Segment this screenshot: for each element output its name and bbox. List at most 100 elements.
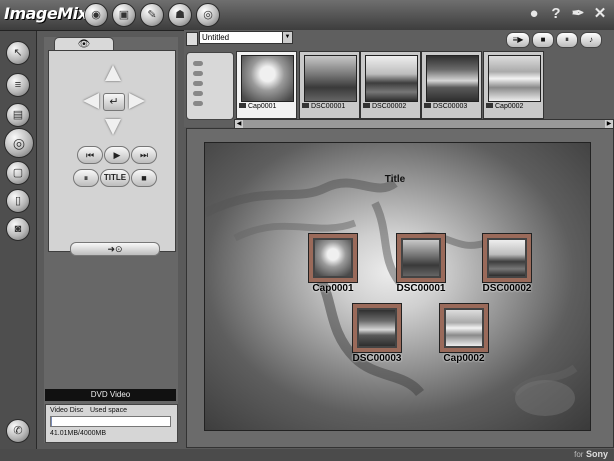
dvd-menu-item[interactable]: DSC00003 [332, 304, 422, 364]
document-tool-icon[interactable]: ▯ [6, 189, 30, 213]
camera-icon [239, 103, 246, 108]
right-arrow-button[interactable] [129, 93, 145, 109]
thumbnail-label-row: Cap0002 [486, 103, 523, 110]
dvd-video-label: DVD Video [45, 389, 176, 401]
camera-icon [486, 103, 493, 108]
down-arrow-button[interactable] [105, 119, 121, 135]
edit-mode-icon[interactable]: ✎ [140, 3, 164, 27]
camera-icon [424, 103, 431, 108]
album-select-value: Untitled [202, 33, 230, 42]
play-button[interactable]: ▶ [104, 146, 130, 164]
disc-burn-tool-icon[interactable]: ◙ [6, 217, 30, 241]
thumbnail-item[interactable]: DSC00003 [421, 51, 482, 119]
dvd-menu-image [315, 240, 351, 276]
transfer-button[interactable]: ≡▶ [506, 32, 530, 48]
used-space-fill [51, 417, 52, 426]
thumbnail-label: DSC00003 [433, 103, 468, 110]
camera-icon [363, 103, 370, 108]
binder-ring [193, 81, 203, 86]
stop-button[interactable]: ■ [131, 169, 157, 187]
book-tool-icon[interactable]: ▤ [6, 103, 30, 127]
assistant-icon[interactable]: ✆ [6, 419, 30, 443]
disc-capacity: 41.01MB/4000MB [50, 430, 107, 437]
album-select[interactable]: Untitled ▼ [199, 31, 293, 44]
thumbnail-strip: Untitled ▼ ≡▶ ■ ⏸ ♪ Cap0001 DSC00001 DSC00002… [184, 30, 614, 129]
preview-tab[interactable]: 👁 [54, 37, 114, 51]
control-panel: 👁 ↵ ⏮ ▶ ⏭ ⏸ TITLE ■ ➜⊙ DVD Video Video D… [44, 37, 178, 443]
user-icon[interactable]: ● [524, 3, 544, 25]
tool-sidebar: ↖ ≡ ▤ ◎ ▢ ▯ ◙ ✆ [0, 31, 37, 449]
brand-name: Sony [585, 449, 608, 459]
thumbnail-label-row: DSC00002 [363, 103, 406, 110]
dvd-menu-label: DSC00003 [352, 353, 402, 364]
music-button[interactable]: ♪ [580, 32, 602, 48]
thumbnail-label: Cap0002 [495, 103, 524, 110]
thumbnail-item[interactable]: Cap0002 [483, 51, 544, 119]
thumbnail-label: Cap0001 [248, 103, 277, 110]
thumbnail-image [488, 55, 541, 102]
binder-ring [193, 91, 203, 96]
dvd-menu-image [489, 240, 525, 276]
left-arrow-button[interactable] [83, 93, 99, 109]
brand-prefix: for [574, 450, 584, 459]
binder-ring [193, 101, 203, 106]
dvd-menu-label: Cap0002 [443, 353, 485, 364]
disc-tool-icon[interactable]: ◎ [4, 128, 34, 158]
album-mode-icon[interactable]: ▣ [112, 3, 136, 27]
thumbnail-item[interactable]: DSC00001 [299, 51, 360, 119]
thumbnail-image [304, 55, 357, 102]
rewind-button[interactable]: ⏮ [77, 146, 103, 164]
binder-ring [193, 61, 203, 66]
select-tool-icon[interactable]: ↖ [6, 41, 30, 65]
remote-control: ↵ ⏮ ▶ ⏭ ⏸ TITLE ■ [48, 50, 176, 252]
up-arrow-button[interactable] [105, 65, 121, 81]
capture-mode-icon[interactable]: ◉ [84, 3, 108, 27]
title-button[interactable]: TITLE [100, 169, 130, 187]
dvd-menu-label: DSC00002 [482, 283, 532, 294]
title-bar: ImageMixer ◉ ▣ ✎ ☗ ◎ ●? ✒ ✕ [0, 0, 614, 31]
menu-title: Title [384, 174, 406, 185]
thumbnail-item[interactable]: Cap0001 [236, 51, 297, 119]
share-mode-icon[interactable]: ☗ [168, 3, 192, 27]
write-disc-button[interactable]: ➜⊙ [70, 242, 160, 256]
thumbnail-label-row: DSC00001 [302, 103, 345, 110]
dvd-menu-item[interactable]: DSC00001 [376, 234, 466, 294]
close-icon[interactable]: ✕ [590, 3, 610, 25]
dvd-menu-item[interactable]: Cap0002 [419, 304, 509, 364]
eye-icon: 👁 [77, 39, 91, 50]
pause-button[interactable]: ⏸ [556, 32, 578, 48]
dvd-menu-label: DSC00001 [396, 283, 446, 294]
scroll-left-icon[interactable]: ◀ [235, 120, 243, 128]
list-tool-icon[interactable]: ≡ [6, 73, 30, 97]
stop-button[interactable]: ■ [532, 32, 554, 48]
pause-button[interactable]: ⏸ [73, 169, 99, 187]
dvd-menu-image [446, 310, 482, 346]
dvd-menu-thumbnail [440, 304, 488, 352]
dvd-menu-item[interactable]: DSC00002 [462, 234, 552, 294]
dvd-mode-icon[interactable]: ◎ [196, 3, 220, 27]
camera-icon [302, 103, 309, 108]
disc-type-label: Video Disc [50, 407, 84, 414]
thumbnail-item[interactable]: DSC00002 [360, 51, 421, 119]
help-icon[interactable]: ? [546, 3, 566, 25]
notebook-icon [186, 32, 198, 46]
album-binder[interactable] [186, 52, 234, 120]
thumbnail-label-row: Cap0001 [239, 103, 276, 110]
save-tool-icon[interactable]: ▢ [6, 161, 30, 185]
scroll-right-icon[interactable]: ▶ [605, 120, 613, 128]
fast-forward-button[interactable]: ⏭ [131, 146, 157, 164]
thumbnail-image [241, 55, 294, 102]
dvd-menu-image [403, 240, 439, 276]
chevron-down-icon[interactable]: ▼ [282, 32, 292, 43]
disc-usage-box: Video Disc Used space 41.01MB/4000MB [45, 404, 178, 443]
dvd-menu-thumbnail [309, 234, 357, 282]
dvd-menu-thumbnail [353, 304, 401, 352]
thumbnail-label-row: DSC00003 [424, 103, 467, 110]
dvd-menu-item[interactable]: Cap0001 [288, 234, 378, 294]
thumbnail-image [365, 55, 418, 102]
dvd-menu-preview: Title Cap0001 DSC00001 DSC00002 DSC00003 Cap… [204, 142, 591, 431]
enter-button[interactable]: ↵ [103, 93, 125, 111]
brand-label: for Sony [574, 449, 608, 459]
tools-icon[interactable]: ✒ [568, 3, 588, 25]
thumbnail-label: DSC00002 [372, 103, 407, 110]
